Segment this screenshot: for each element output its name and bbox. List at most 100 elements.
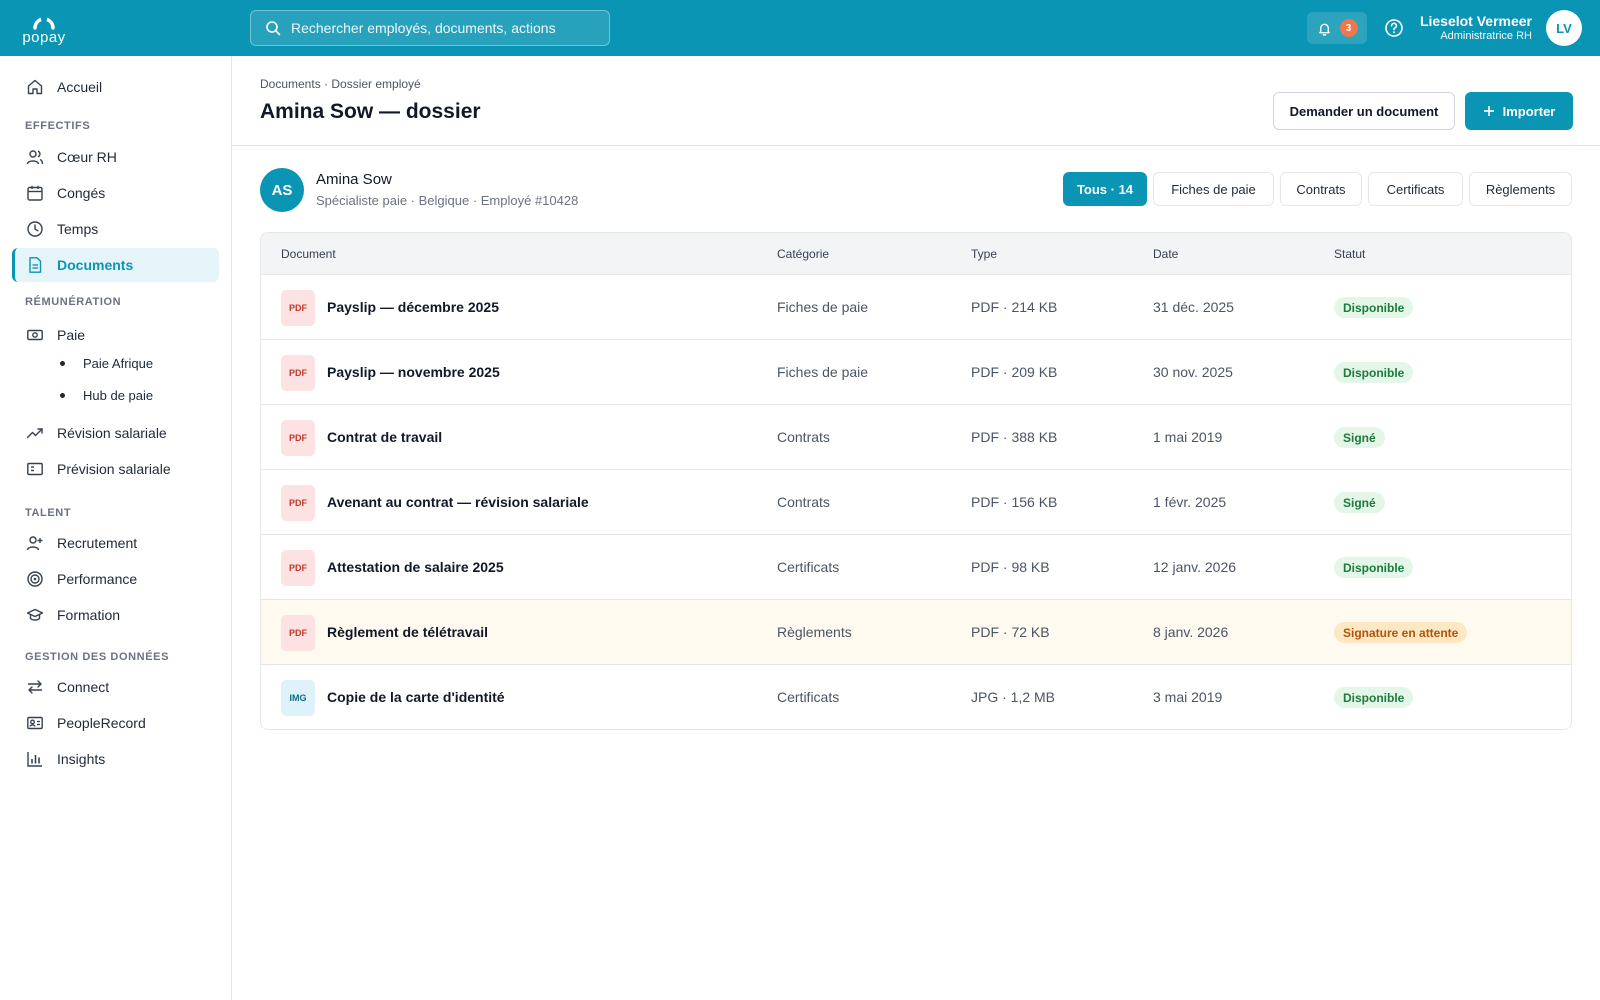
document-name[interactable]: Attestation de salaire 2025	[327, 559, 504, 575]
document-name[interactable]: Copie de la carte d'identité	[327, 689, 505, 705]
bell-icon	[1318, 23, 1330, 36]
help-icon[interactable]	[1384, 18, 1404, 38]
filter-contrats[interactable]: Contrats	[1280, 172, 1362, 206]
document-category: Règlements	[777, 624, 852, 640]
sidebar-subitem-paie-afrique[interactable]: Paie Afrique	[60, 351, 153, 375]
sidebar-item-revision-salariale[interactable]: Révision salariale	[12, 416, 219, 450]
document-name[interactable]: Avenant au contrat — révision salariale	[327, 494, 589, 510]
sidebar-item-documents[interactable]: Documents	[12, 248, 219, 282]
popay-logo[interactable]: popay	[18, 8, 70, 48]
user-avatar[interactable]: LV	[1546, 10, 1582, 46]
sidebar-item-formation[interactable]: Formation	[12, 598, 219, 632]
clock-icon	[27, 221, 43, 237]
search-input[interactable]	[291, 20, 601, 36]
sidebar-item-label: Performance	[57, 571, 138, 587]
bar-chart-icon	[27, 752, 42, 767]
sidebar-item-label: Révision salariale	[57, 425, 167, 441]
document-name[interactable]: Contrat de travail	[327, 429, 442, 445]
table-row[interactable]: PDF Payslip — novembre 2025 Fiches de pa…	[261, 340, 1571, 405]
global-search[interactable]	[250, 10, 610, 46]
column-header-type[interactable]: Type	[971, 247, 997, 261]
filter-tous[interactable]: Tous · 14	[1063, 172, 1147, 206]
section-effectifs: EFFECTIFS	[25, 120, 91, 132]
document-date: 12 janv. 2026	[1153, 559, 1237, 575]
sidebar-item-peoplerecord[interactable]: PeopleRecord	[12, 706, 219, 740]
document-date: 1 mai 2019	[1153, 429, 1223, 445]
pdf-file-icon: PDF	[281, 290, 315, 326]
import-button[interactable]: Importer	[1465, 92, 1573, 130]
image-file-icon: IMG	[281, 680, 315, 716]
document-category: Contrats	[777, 429, 830, 445]
sidebar-item-label: Documents	[57, 257, 134, 273]
user-info[interactable]: Lieselot Vermeer Administratrice RH	[1420, 13, 1532, 43]
column-header-categorie[interactable]: Catégorie	[777, 247, 829, 261]
calendar-icon	[27, 185, 43, 201]
request-document-button[interactable]: Demander un document	[1273, 92, 1455, 130]
document-name[interactable]: Payslip — novembre 2025	[327, 364, 500, 380]
status-badge: Disponible	[1334, 557, 1414, 578]
employee-avatar: AS	[260, 168, 304, 212]
document-date: 3 mai 2019	[1153, 689, 1223, 705]
sidebar-item-connect[interactable]: Connect	[12, 670, 219, 704]
column-header-document[interactable]: Document	[281, 247, 336, 261]
status-badge: Disponible	[1334, 362, 1414, 383]
document-type: PDF · 156 KB	[971, 494, 1058, 510]
sidebar-item-coeur-rh[interactable]: Cœur RH	[12, 140, 219, 174]
user-plus-icon	[26, 536, 43, 551]
sidebar-item-performance[interactable]: Performance	[12, 562, 219, 596]
sidebar-subitem-label: Paie Afrique	[83, 355, 154, 371]
search-icon	[266, 21, 281, 36]
sidebar-subitem-hub-de-paie[interactable]: Hub de paie	[60, 383, 153, 407]
sidebar-item-prevision-salariale[interactable]: Prévision salariale	[12, 452, 219, 486]
section-remuneration: RÉMUNÉRATION	[25, 296, 122, 308]
column-header-statut[interactable]: Statut	[1334, 247, 1365, 261]
status-badge: Signé	[1334, 427, 1385, 448]
employee-name: Amina Sow	[316, 171, 392, 188]
table-row[interactable]: PDF Avenant au contrat — révision salari…	[261, 470, 1571, 535]
filter-certificats[interactable]: Certificats	[1368, 172, 1463, 206]
table-row[interactable]: PDF Règlement de télétravail Règlements …	[261, 600, 1571, 665]
sidebar-subitem-label: Hub de paie	[83, 387, 154, 403]
document-name[interactable]: Règlement de télétravail	[327, 624, 488, 640]
filter-fiches-de-paie[interactable]: Fiches de paie	[1153, 172, 1274, 206]
table-row[interactable]: PDF Payslip — décembre 2025 Fiches de pa…	[261, 275, 1571, 340]
document-name[interactable]: Payslip — décembre 2025	[327, 299, 499, 315]
sidebar-item-accueil[interactable]: Accueil	[12, 70, 219, 104]
sidebar-item-label: Congés	[57, 185, 106, 201]
sidebar-item-temps[interactable]: Temps	[12, 212, 219, 246]
document-category: Certificats	[777, 689, 840, 705]
pdf-file-icon: PDF	[281, 615, 315, 651]
documents-table: Document Catégorie Type Date Statut PDF …	[260, 232, 1572, 730]
sidebar-item-label: Cœur RH	[57, 149, 117, 165]
money-icon	[27, 329, 43, 341]
sidebar-item-label: Paie	[57, 327, 86, 343]
column-header-date[interactable]: Date	[1153, 247, 1178, 261]
pdf-file-icon: PDF	[281, 485, 315, 521]
brand-name: popay	[22, 29, 66, 46]
document-date: 1 févr. 2025	[1153, 494, 1227, 510]
document-category: Fiches de paie	[777, 364, 869, 380]
filter-reglements[interactable]: Règlements	[1469, 172, 1572, 206]
section-talent: TALENT	[25, 507, 72, 519]
sidebar-item-label: Formation	[57, 607, 121, 623]
pdf-file-icon: PDF	[281, 550, 315, 586]
sidebar-item-insights[interactable]: Insights	[12, 742, 219, 776]
sidebar-item-conges[interactable]: Congés	[12, 176, 219, 210]
document-type: PDF · 388 KB	[971, 429, 1058, 445]
document-date: 31 déc. 2025	[1153, 299, 1234, 315]
table-row[interactable]: PDF Contrat de travail Contrats PDF · 38…	[261, 405, 1571, 470]
notifications-button[interactable]: 3	[1307, 12, 1367, 44]
breadcrumb[interactable]: Documents · Dossier employé	[260, 77, 421, 91]
page-header: Documents · Dossier employé Amina Sow — …	[232, 56, 1600, 146]
sidebar-item-paie[interactable]: Paie	[12, 318, 219, 352]
table-row[interactable]: IMG Copie de la carte d'identité Certifi…	[261, 665, 1571, 729]
table-row[interactable]: PDF Attestation de salaire 2025 Certific…	[261, 535, 1571, 600]
arrows-exchange-icon	[27, 680, 43, 694]
status-badge: Disponible	[1334, 687, 1414, 708]
sidebar-item-recrutement[interactable]: Recrutement	[12, 526, 219, 560]
sidebar-item-label: Recrutement	[57, 535, 138, 551]
trend-up-icon	[26, 428, 43, 439]
sidebar-item-label: Temps	[57, 221, 99, 237]
popay-logo-icon	[33, 15, 55, 30]
document-type: PDF · 72 KB	[971, 624, 1050, 640]
